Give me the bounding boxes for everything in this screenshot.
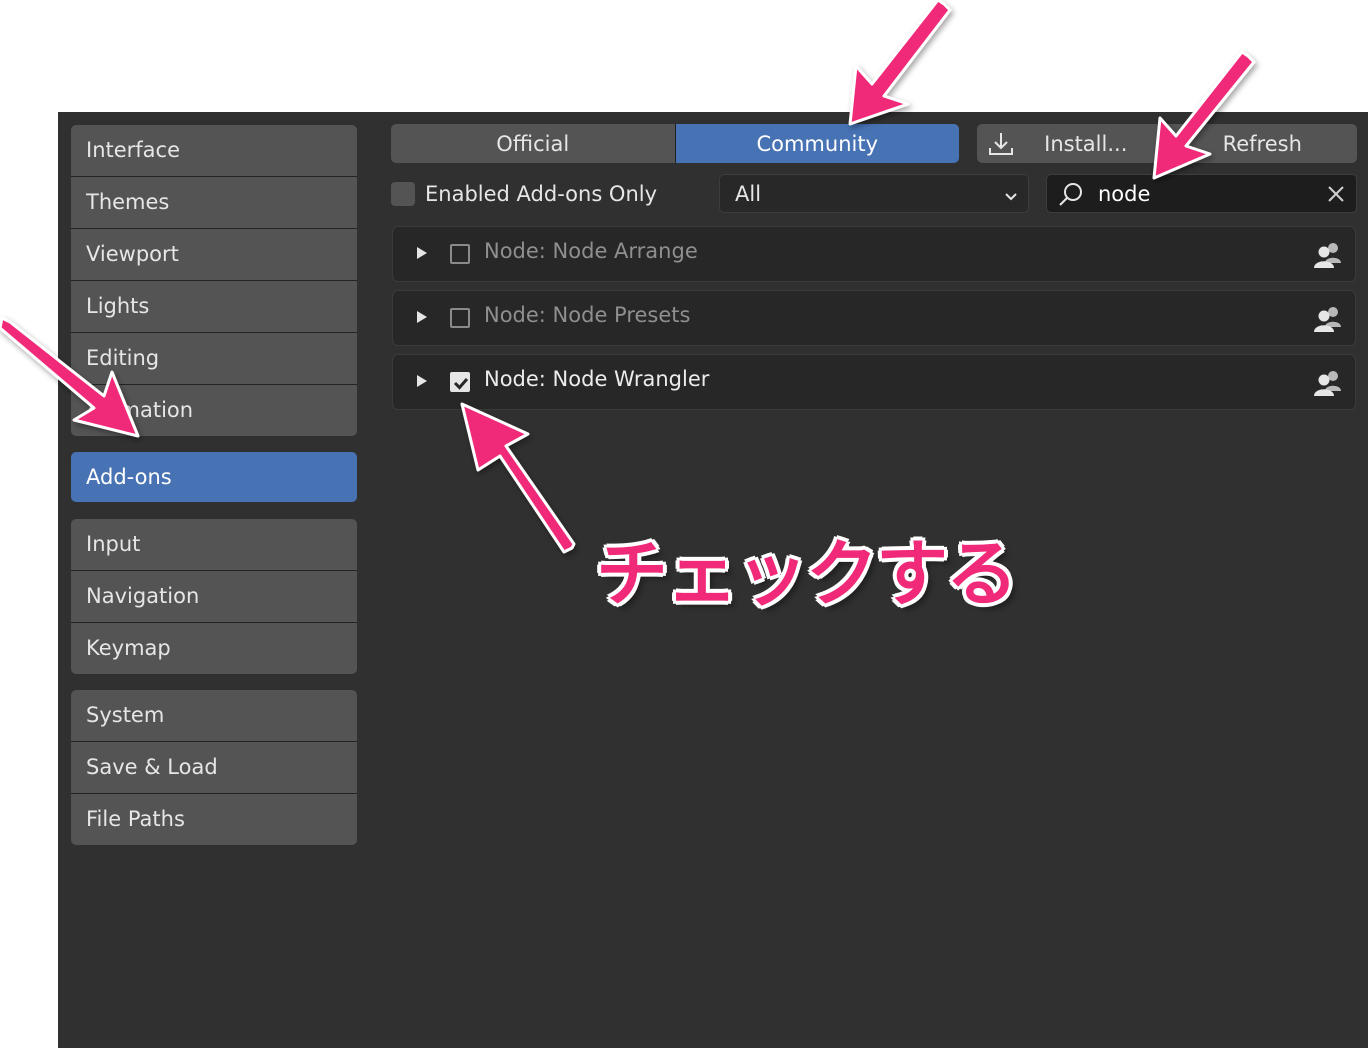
sidebar-item-animation[interactable]: Animation — [71, 385, 357, 436]
addon-row[interactable]: Node: Node Wrangler — [392, 354, 1356, 410]
expand-triangle-icon[interactable] — [415, 245, 429, 264]
sidebar-item-themes[interactable]: Themes — [71, 177, 357, 228]
install-label: Install... — [1044, 131, 1128, 156]
sidebar-item-addons[interactable]: Add-ons — [71, 452, 357, 502]
sidebar-item-editing[interactable]: Editing — [71, 333, 357, 384]
category-value: All — [735, 181, 762, 206]
addon-name: Node: Node Presets — [484, 303, 691, 327]
community-user-icon — [1313, 305, 1343, 337]
sidebar-group-addons: Add-ons — [71, 452, 357, 502]
sidebar-group-system: System Save & Load File Paths — [71, 690, 357, 845]
search-input[interactable]: node — [1046, 174, 1357, 213]
expand-triangle-icon[interactable] — [415, 309, 429, 328]
community-user-icon — [1313, 369, 1343, 401]
sidebar-item-interface[interactable]: Interface — [71, 125, 357, 176]
action-buttons: Install... Refresh — [977, 124, 1357, 163]
search-value: node — [1098, 182, 1151, 206]
sidebar-item-input[interactable]: Input — [71, 519, 357, 570]
sidebar-item-system[interactable]: System — [71, 690, 357, 741]
sidebar-item-keymap[interactable]: Keymap — [71, 623, 357, 674]
refresh-button[interactable]: Refresh — [1167, 124, 1357, 163]
expand-triangle-icon[interactable] — [415, 373, 429, 392]
addon-name: Node: Node Arrange — [484, 239, 698, 263]
category-dropdown[interactable]: All — [719, 174, 1029, 213]
addon-enable-checkbox[interactable] — [450, 244, 470, 264]
search-icon — [1055, 179, 1087, 216]
addon-row[interactable]: Node: Node Presets — [392, 290, 1356, 346]
addon-row[interactable]: Node: Node Arrange — [392, 226, 1356, 282]
enabled-only-toggle[interactable]: Enabled Add-ons Only — [391, 174, 657, 214]
community-user-icon — [1313, 241, 1343, 273]
arrow-community — [848, 0, 952, 126]
chevron-down-icon — [1002, 186, 1020, 210]
sidebar-group-general: Interface Themes Viewport Lights Editing… — [71, 125, 357, 436]
sidebar-group-input: Input Navigation Keymap — [71, 519, 357, 674]
enabled-only-checkbox[interactable] — [391, 182, 415, 206]
install-button[interactable]: Install... — [977, 124, 1167, 163]
clear-icon[interactable] — [1326, 184, 1346, 209]
enabled-only-label: Enabled Add-ons Only — [425, 182, 658, 206]
sidebar-item-viewport[interactable]: Viewport — [71, 229, 357, 280]
tab-community[interactable]: Community — [675, 124, 959, 163]
tab-official[interactable]: Official — [391, 124, 675, 163]
sidebar-item-save-load[interactable]: Save & Load — [71, 742, 357, 793]
annotation-label: チェックする — [596, 532, 1018, 616]
repository-tabs: Official Community — [391, 124, 959, 163]
sidebar-item-lights[interactable]: Lights — [71, 281, 357, 332]
addon-enable-checkbox[interactable] — [450, 308, 470, 328]
sidebar-item-file-paths[interactable]: File Paths — [71, 794, 357, 845]
addon-enable-checkbox[interactable] — [450, 372, 470, 392]
addon-name: Node: Node Wrangler — [484, 367, 710, 391]
sidebar-item-navigation[interactable]: Navigation — [71, 571, 357, 622]
download-icon — [987, 130, 1015, 163]
